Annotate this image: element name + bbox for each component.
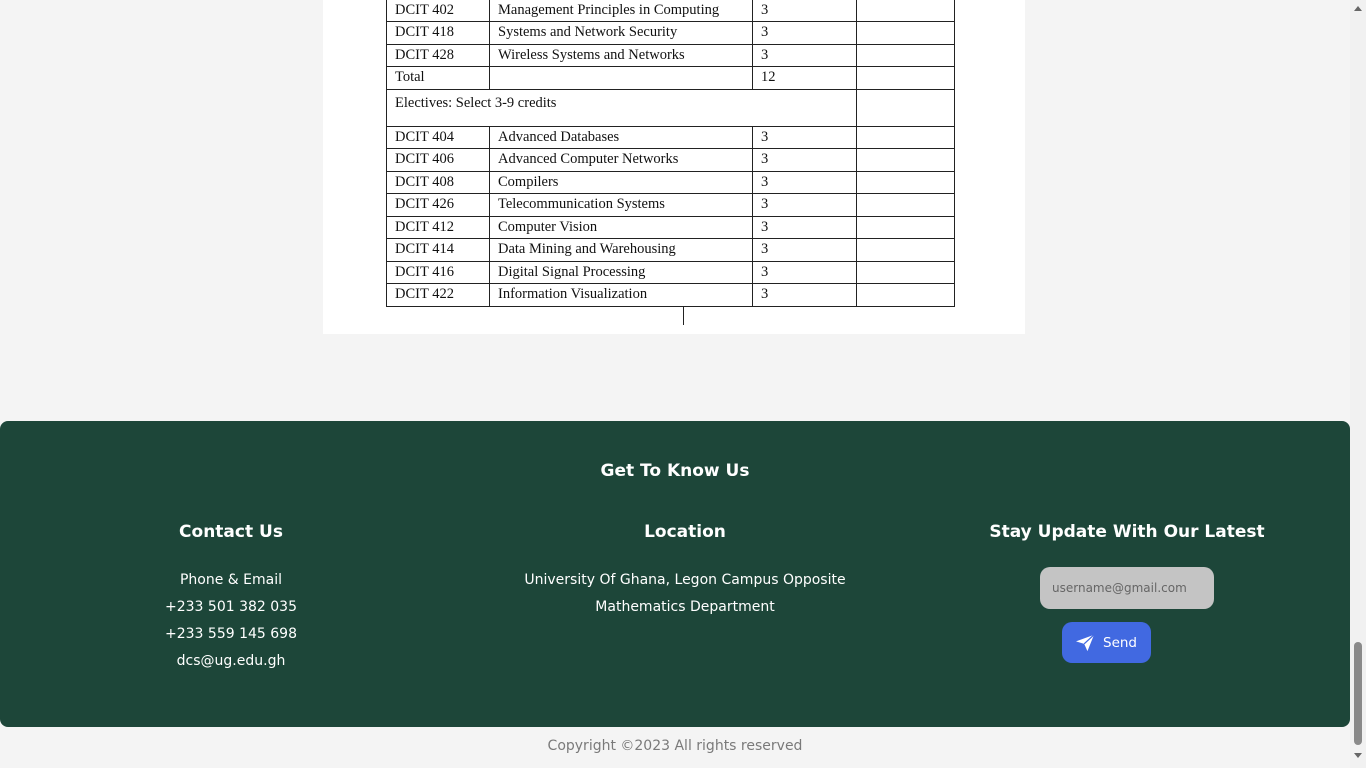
table-row: DCIT 428 Wireless Systems and Networks 3 [386, 43, 955, 67]
course-credits: 3 [752, 148, 857, 172]
course-credits: 3 [752, 43, 857, 67]
course-code: DCIT 406 [386, 148, 490, 172]
course-credits: 3 [752, 21, 857, 45]
course-code: DCIT 428 [386, 43, 490, 67]
curriculum-document-image: DCIT 402 Management Principles in Comput… [323, 0, 1025, 334]
course-credits: 3 [752, 170, 857, 194]
course-title: Telecommunication Systems [489, 193, 753, 217]
course-code: DCIT 412 [386, 215, 490, 239]
location-line: Mathematics Department [595, 599, 775, 615]
course-title: Compilers [489, 170, 753, 194]
footer-heading: Get To Know Us [600, 461, 750, 481]
table-row: DCIT 402 Management Principles in Comput… [386, 0, 955, 22]
table-row: DCIT 408 Compilers 3 [386, 170, 955, 194]
course-credits: 3 [752, 193, 857, 217]
course-grade [856, 193, 955, 217]
course-credits: 3 [752, 0, 857, 22]
table-row: DCIT 404 Advanced Databases 3 [386, 125, 955, 149]
table-row: DCIT 412 Computer Vision 3 [386, 215, 955, 239]
scrollbar-thumb[interactable] [1354, 642, 1362, 745]
course-table: DCIT 402 Management Principles in Comput… [386, 0, 955, 307]
table-row: DCIT 416 Digital Signal Processing 3 [386, 260, 955, 284]
course-code: DCIT 422 [386, 283, 490, 307]
send-button[interactable]: Send [1062, 622, 1151, 663]
course-grade [856, 283, 955, 307]
course-title: Management Principles in Computing [489, 0, 753, 22]
scrollbar[interactable] [1350, 0, 1366, 768]
contact-phone: +233 559 145 698 [165, 626, 297, 642]
contact-line: Phone & Email [179, 572, 283, 588]
email-field[interactable] [1040, 567, 1214, 609]
course-grade [856, 88, 955, 127]
course-title [489, 66, 753, 90]
course-title: Information Visualization [489, 283, 753, 307]
course-code: DCIT 416 [386, 260, 490, 284]
course-grade [856, 0, 955, 22]
course-code: Total [386, 66, 490, 90]
course-grade [856, 170, 955, 194]
subscribe-section: Stay Update With Our Latest Send [977, 522, 1277, 663]
course-title: Computer Vision [489, 215, 753, 239]
course-credits: 3 [752, 238, 857, 262]
site-footer: Get To Know Us Contact Us Phone & Email … [0, 421, 1350, 727]
course-grade [856, 215, 955, 239]
course-grade [856, 148, 955, 172]
contact-section: Contact Us Phone & Email +233 501 382 03… [91, 522, 371, 675]
contact-email: dcs@ug.edu.gh [176, 653, 286, 669]
table-row: DCIT 422 Information Visualization 3 [386, 283, 955, 307]
electives-row: Electives: Select 3-9 credits [386, 88, 955, 127]
location-section: Location University Of Ghana, Legon Camp… [485, 522, 885, 621]
course-code: DCIT 404 [386, 125, 490, 149]
page-divider-mark [683, 307, 684, 325]
course-grade [856, 66, 955, 90]
course-grade [856, 238, 955, 262]
course-title: Wireless Systems and Networks [489, 43, 753, 67]
course-credits: 3 [752, 283, 857, 307]
table-row-total: Total 12 [386, 66, 955, 90]
table-row: DCIT 426 Telecommunication Systems 3 [386, 193, 955, 217]
course-credits: 3 [752, 260, 857, 284]
paper-plane-icon [1076, 633, 1095, 651]
table-row: DCIT 406 Advanced Computer Networks 3 [386, 148, 955, 172]
contact-title: Contact Us [179, 522, 283, 542]
course-code: DCIT 426 [386, 193, 490, 217]
course-title: Data Mining and Warehousing [489, 238, 753, 262]
course-code: DCIT 408 [386, 170, 490, 194]
course-grade [856, 21, 955, 45]
location-title: Location [644, 522, 726, 542]
course-grade [856, 43, 955, 67]
table-row: DCIT 414 Data Mining and Warehousing 3 [386, 238, 955, 262]
course-grade [856, 125, 955, 149]
course-title: Advanced Computer Networks [489, 148, 753, 172]
course-title: Advanced Databases [489, 125, 753, 149]
table-row: DCIT 418 Systems and Network Security 3 [386, 21, 955, 45]
course-code: DCIT 414 [386, 238, 490, 262]
subscribe-title: Stay Update With Our Latest [989, 522, 1265, 542]
course-code: DCIT 418 [386, 21, 490, 45]
course-credits: 12 [752, 66, 857, 90]
course-title: Systems and Network Security [489, 21, 753, 45]
copyright-text: Copyright ©2023 All rights reserved [547, 738, 803, 754]
contact-phone: +233 501 382 035 [165, 599, 297, 615]
course-credits: 3 [752, 125, 857, 149]
course-code: DCIT 402 [386, 0, 490, 22]
scroll-down-arrow-icon[interactable] [1354, 753, 1362, 758]
course-credits: 3 [752, 215, 857, 239]
send-button-label: Send [1103, 634, 1138, 651]
scroll-up-arrow-icon[interactable] [1354, 6, 1362, 11]
electives-label: Electives: Select 3-9 credits [386, 88, 857, 127]
course-title: Digital Signal Processing [489, 260, 753, 284]
location-line: University Of Ghana, Legon Campus Opposi… [524, 572, 846, 588]
course-grade [856, 260, 955, 284]
